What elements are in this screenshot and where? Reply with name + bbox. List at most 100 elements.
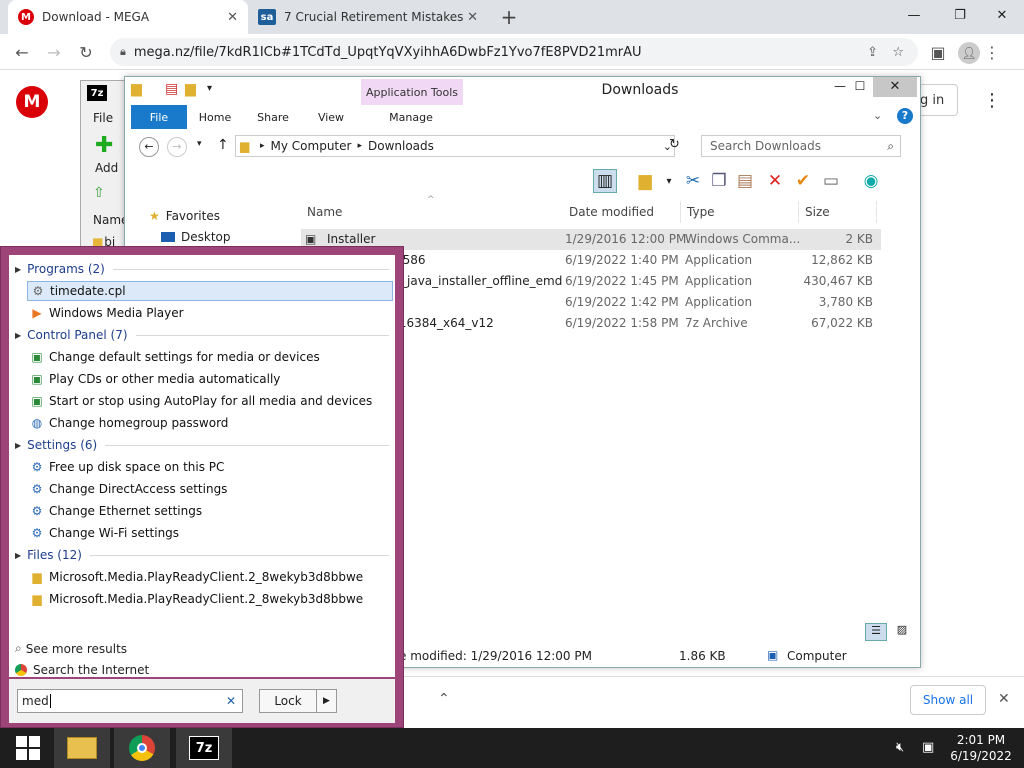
- checkmark-icon[interactable]: ✔: [791, 169, 815, 193]
- sevenzip-taskbar-icon[interactable]: 7z: [176, 728, 232, 768]
- sidepanel-icon[interactable]: ▣: [926, 40, 950, 64]
- rename-icon[interactable]: ▭: [819, 169, 843, 193]
- properties-icon[interactable]: ▤: [165, 81, 178, 97]
- col-date[interactable]: Date modified: [563, 201, 681, 223]
- sevenzip-file-menu[interactable]: File: [93, 111, 113, 125]
- back-icon[interactable]: ←: [139, 137, 159, 157]
- recent-dropdown-icon[interactable]: ▾: [197, 139, 202, 149]
- result-item[interactable]: ▣ Play CDs or other media automatically: [27, 369, 393, 389]
- expand-arrow-icon: ▶: [15, 264, 22, 274]
- tab-share[interactable]: Share: [249, 105, 297, 129]
- nav-favorites[interactable]: ★ Favorites: [149, 209, 220, 223]
- close-window-icon[interactable]: ✕: [980, 0, 1024, 30]
- expand-arrow-icon: ▶: [15, 440, 22, 450]
- address-root[interactable]: My Computer: [271, 139, 352, 153]
- nav-desktop[interactable]: Desktop: [161, 230, 231, 244]
- close-tab-icon[interactable]: ✕: [227, 10, 238, 25]
- reload-icon[interactable]: ↻: [74, 40, 98, 64]
- menu-dots-icon[interactable]: ⋮: [980, 40, 1004, 64]
- back-arrow-icon[interactable]: ←: [10, 40, 34, 64]
- forward-arrow-icon[interactable]: →: [42, 40, 66, 64]
- up-arrow-icon[interactable]: ↑: [217, 137, 229, 153]
- login-button[interactable]: g in: [920, 84, 958, 116]
- delete-icon[interactable]: ✕: [763, 169, 787, 193]
- bookmark-star-icon[interactable]: ☆: [892, 45, 904, 60]
- profile-avatar[interactable]: 👤︎: [958, 42, 980, 64]
- forward-icon[interactable]: →: [167, 137, 187, 157]
- col-type[interactable]: Type: [681, 201, 799, 223]
- result-item[interactable]: ▣ Start or stop using AutoPlay for all m…: [27, 391, 393, 411]
- close-tab-icon[interactable]: ✕: [467, 10, 478, 25]
- tab-home[interactable]: Home: [191, 105, 239, 129]
- minimize-icon[interactable]: —: [892, 0, 936, 30]
- group-settings[interactable]: ▶ Settings (6): [15, 435, 389, 455]
- folder-options-icon[interactable]: ▆: [633, 169, 657, 193]
- status-size: 1.86 KB: [679, 649, 726, 663]
- address-path[interactable]: ▆ ▸ My Computer ▸ Downloads ⌄: [235, 135, 675, 157]
- tab-mega[interactable]: M Download - MEGA ✕: [8, 0, 248, 34]
- desktop-icon: [161, 232, 175, 242]
- new-tab-icon[interactable]: +: [498, 5, 520, 29]
- windows-start-icon[interactable]: [0, 728, 56, 768]
- details-view-icon[interactable]: ☰: [865, 623, 887, 641]
- file-explorer-taskbar-icon[interactable]: [54, 728, 110, 768]
- result-item[interactable]: ▆ Microsoft.Media.PlayReadyClient.2_8wek…: [27, 589, 393, 609]
- lock-button[interactable]: Lock ▶: [259, 689, 337, 713]
- new-folder-icon[interactable]: ▆: [185, 81, 196, 97]
- network-icon[interactable]: ▣: [922, 740, 934, 755]
- power-options-arrow-icon[interactable]: ▶: [316, 690, 336, 712]
- chevron-up-icon[interactable]: ⌃: [438, 691, 450, 707]
- globe-icon[interactable]: ◉: [859, 169, 883, 193]
- mega-logo[interactable]: M: [16, 86, 48, 118]
- see-more-results-link[interactable]: ⌕ See more results: [15, 641, 127, 656]
- ribbon-collapse-icon[interactable]: ⌄: [873, 109, 882, 122]
- result-item[interactable]: ◍ Change homegroup password: [27, 413, 393, 433]
- result-item[interactable]: ▆ Microsoft.Media.PlayReadyClient.2_8wek…: [27, 567, 393, 587]
- paste-icon[interactable]: ▤: [733, 169, 757, 193]
- star-icon: ★: [149, 209, 160, 223]
- more-menu-icon[interactable]: ⋮: [983, 88, 1001, 112]
- help-icon[interactable]: ?: [897, 108, 913, 124]
- close-window-icon[interactable]: ✕: [873, 77, 917, 97]
- result-item[interactable]: ▣ Change default settings for media or d…: [27, 347, 393, 367]
- copy-icon[interactable]: ❐: [707, 169, 731, 193]
- result-item[interactable]: ▶ Windows Media Player: [27, 303, 393, 323]
- result-item[interactable]: ⚙ Change Ethernet settings: [27, 501, 393, 521]
- volume-muted-icon[interactable]: 🔇︎: [896, 740, 904, 755]
- search-input[interactable]: Search Downloads ⌕: [701, 135, 901, 157]
- result-item[interactable]: ⚙ Change Wi-Fi settings: [27, 523, 393, 543]
- close-icon[interactable]: ✕: [998, 691, 1010, 707]
- preview-pane-icon[interactable]: ▥: [593, 169, 617, 193]
- result-item[interactable]: ⚙ Change DirectAccess settings: [27, 479, 393, 499]
- folder-quick-icon[interactable]: ▆: [131, 81, 142, 97]
- add-plus-icon[interactable]: ✚: [95, 133, 113, 158]
- group-control-panel[interactable]: ▶ Control Panel (7): [15, 325, 389, 345]
- restore-icon[interactable]: ❐: [938, 0, 982, 30]
- tab-file[interactable]: File: [131, 105, 187, 129]
- clear-search-icon[interactable]: ✕: [226, 694, 236, 708]
- dropdown-icon[interactable]: ▾: [657, 169, 681, 193]
- thumbnail-view-icon[interactable]: ▨: [891, 623, 913, 641]
- col-size[interactable]: Size: [799, 201, 877, 223]
- chrome-taskbar-icon[interactable]: [114, 728, 170, 768]
- share-icon[interactable]: ⇪: [867, 45, 878, 60]
- up-folder-icon[interactable]: ⇧: [93, 185, 105, 201]
- address-bar[interactable]: 🔒︎ mega.nz/file/7kdR1ICb#1TCdTd_UpqtYqVX…: [110, 38, 918, 66]
- maximize-icon[interactable]: ☐: [845, 79, 875, 99]
- tab-manage[interactable]: Manage: [383, 105, 439, 129]
- result-item[interactable]: ⚙ Free up disk space on this PC: [27, 457, 393, 477]
- cut-icon[interactable]: ✂: [681, 169, 705, 193]
- address-folder[interactable]: Downloads: [368, 139, 434, 153]
- status-location: Computer: [787, 649, 847, 663]
- qat-dropdown-icon[interactable]: ▾: [207, 83, 212, 94]
- result-item[interactable]: ⚙ timedate.cpl: [27, 281, 393, 301]
- tab-view[interactable]: View: [307, 105, 355, 129]
- tab-retirement[interactable]: sa 7 Crucial Retirement Mistakes ✕: [248, 0, 488, 34]
- group-files[interactable]: ▶ Files (12): [15, 545, 389, 565]
- group-programs[interactable]: ▶ Programs (2): [15, 259, 389, 279]
- search-internet-link[interactable]: Search the Internet: [15, 663, 149, 677]
- start-search-input[interactable]: med ✕: [17, 689, 243, 713]
- refresh-icon[interactable]: ↻: [669, 137, 680, 152]
- clock[interactable]: 2:01 PM 6/19/2022: [946, 732, 1016, 764]
- show-all-button[interactable]: Show all: [910, 685, 986, 715]
